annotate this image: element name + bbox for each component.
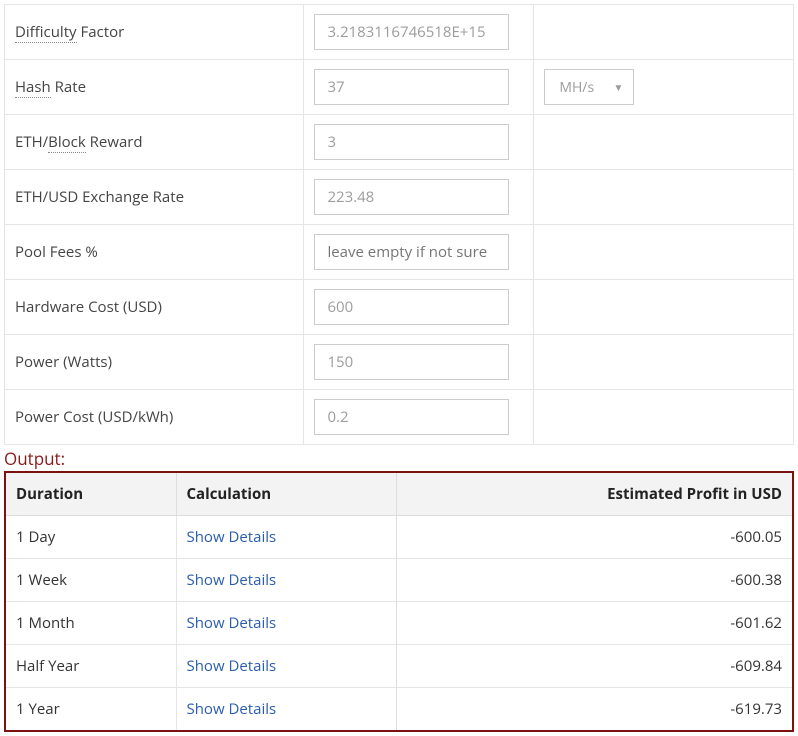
calculation-cell: Show Details [176,516,396,559]
label-underlined-term: Hash [15,77,51,98]
form-row-label: ETH/USD Exchange Rate [5,170,304,225]
calculation-cell: Show Details [176,602,396,645]
output-table: Duration Calculation Estimated Profit in… [6,473,792,730]
form-row-label: Hardware Cost (USD) [5,280,304,335]
form-row: Pool Fees % [5,225,794,280]
label-underlined-term: Difficulty [15,22,77,43]
label-text: ETH/USD Exchange Rate [15,187,184,207]
form-input[interactable] [314,399,509,435]
form-input[interactable] [314,289,509,325]
duration-cell: Half Year [6,645,176,688]
form-row-label: Difficulty Factor [5,5,304,60]
label-text: Reward [86,132,143,152]
form-input[interactable] [314,344,509,380]
form-row-input-cell [304,60,534,115]
form-row-extra-cell: MH/s ▼ [534,60,794,115]
col-header-profit: Estimated Profit in USD [396,473,792,516]
duration-cell: 1 Month [6,602,176,645]
show-details-link[interactable]: Show Details [187,570,277,590]
form-row-extra-cell [534,225,794,280]
form-input[interactable] [314,69,509,105]
label-text: Rate [51,77,86,97]
form-row-input-cell [304,170,534,225]
form-row-extra-cell [534,170,794,225]
show-details-link[interactable]: Show Details [187,656,277,676]
form-row-label: Pool Fees % [5,225,304,280]
profit-cell: -600.05 [396,516,792,559]
chevron-down-icon: ▼ [613,80,623,94]
label-text: Hardware Cost (USD) [15,297,162,317]
calculation-cell: Show Details [176,559,396,602]
show-details-link[interactable]: Show Details [187,527,277,547]
output-row: 1 Year Show Details -619.73 [6,688,792,731]
profit-cell: -609.84 [396,645,792,688]
output-row: 1 Week Show Details -600.38 [6,559,792,602]
duration-cell: 1 Year [6,688,176,731]
col-header-calculation: Calculation [176,473,396,516]
select-value: MH/s [559,78,594,97]
label-text: Factor [77,22,125,42]
form-input[interactable] [314,14,509,50]
profit-cell: -619.73 [396,688,792,731]
output-row: Half Year Show Details -609.84 [6,645,792,688]
label-text: Power (Watts) [15,352,112,372]
form-row: Hash Rate MH/s ▼ [5,60,794,115]
output-row: 1 Month Show Details -601.62 [6,602,792,645]
input-form-table: Difficulty FactorHash RateMH/s▼ETH/Block… [4,4,794,445]
calculation-cell: Show Details [176,688,396,731]
profit-cell: -601.62 [396,602,792,645]
label-text: Pool Fees % [15,242,98,262]
form-row: ETH/Block Reward [5,115,794,170]
form-row: Power Cost (USD/kWh) [5,390,794,445]
show-details-link[interactable]: Show Details [187,613,277,633]
col-header-duration: Duration [6,473,176,516]
form-row-label: ETH/Block Reward [5,115,304,170]
output-row: 1 Day Show Details -600.05 [6,516,792,559]
form-row: Difficulty Factor [5,5,794,60]
form-row-label: Power (Watts) [5,335,304,390]
form-row-input-cell [304,115,534,170]
show-details-link[interactable]: Show Details [187,699,277,719]
form-row-label: Hash Rate [5,60,304,115]
form-row-input-cell [304,280,534,335]
label-underlined-term: Block [48,132,86,153]
form-row-input-cell [304,335,534,390]
form-row-input-cell [304,5,534,60]
form-row-extra-cell [534,5,794,60]
form-row: Hardware Cost (USD) [5,280,794,335]
form-row-extra-cell [534,280,794,335]
profit-cell: -600.38 [396,559,792,602]
output-label: Output: [4,445,794,471]
form-row-input-cell [304,225,534,280]
form-row-extra-cell [534,115,794,170]
form-row: Power (Watts) [5,335,794,390]
label-text: Power Cost (USD/kWh) [15,407,173,427]
label-text: ETH/ [15,132,48,152]
duration-cell: 1 Day [6,516,176,559]
form-row-extra-cell [534,390,794,445]
form-row: ETH/USD Exchange Rate [5,170,794,225]
form-row-extra-cell [534,335,794,390]
hashrate-unit-select[interactable]: MH/s ▼ [544,69,634,105]
output-box: Duration Calculation Estimated Profit in… [4,471,794,732]
form-input[interactable] [314,124,509,160]
duration-cell: 1 Week [6,559,176,602]
form-row-input-cell [304,390,534,445]
form-input[interactable] [314,179,509,215]
form-row-label: Power Cost (USD/kWh) [5,390,304,445]
form-input[interactable] [314,234,509,270]
calculation-cell: Show Details [176,645,396,688]
